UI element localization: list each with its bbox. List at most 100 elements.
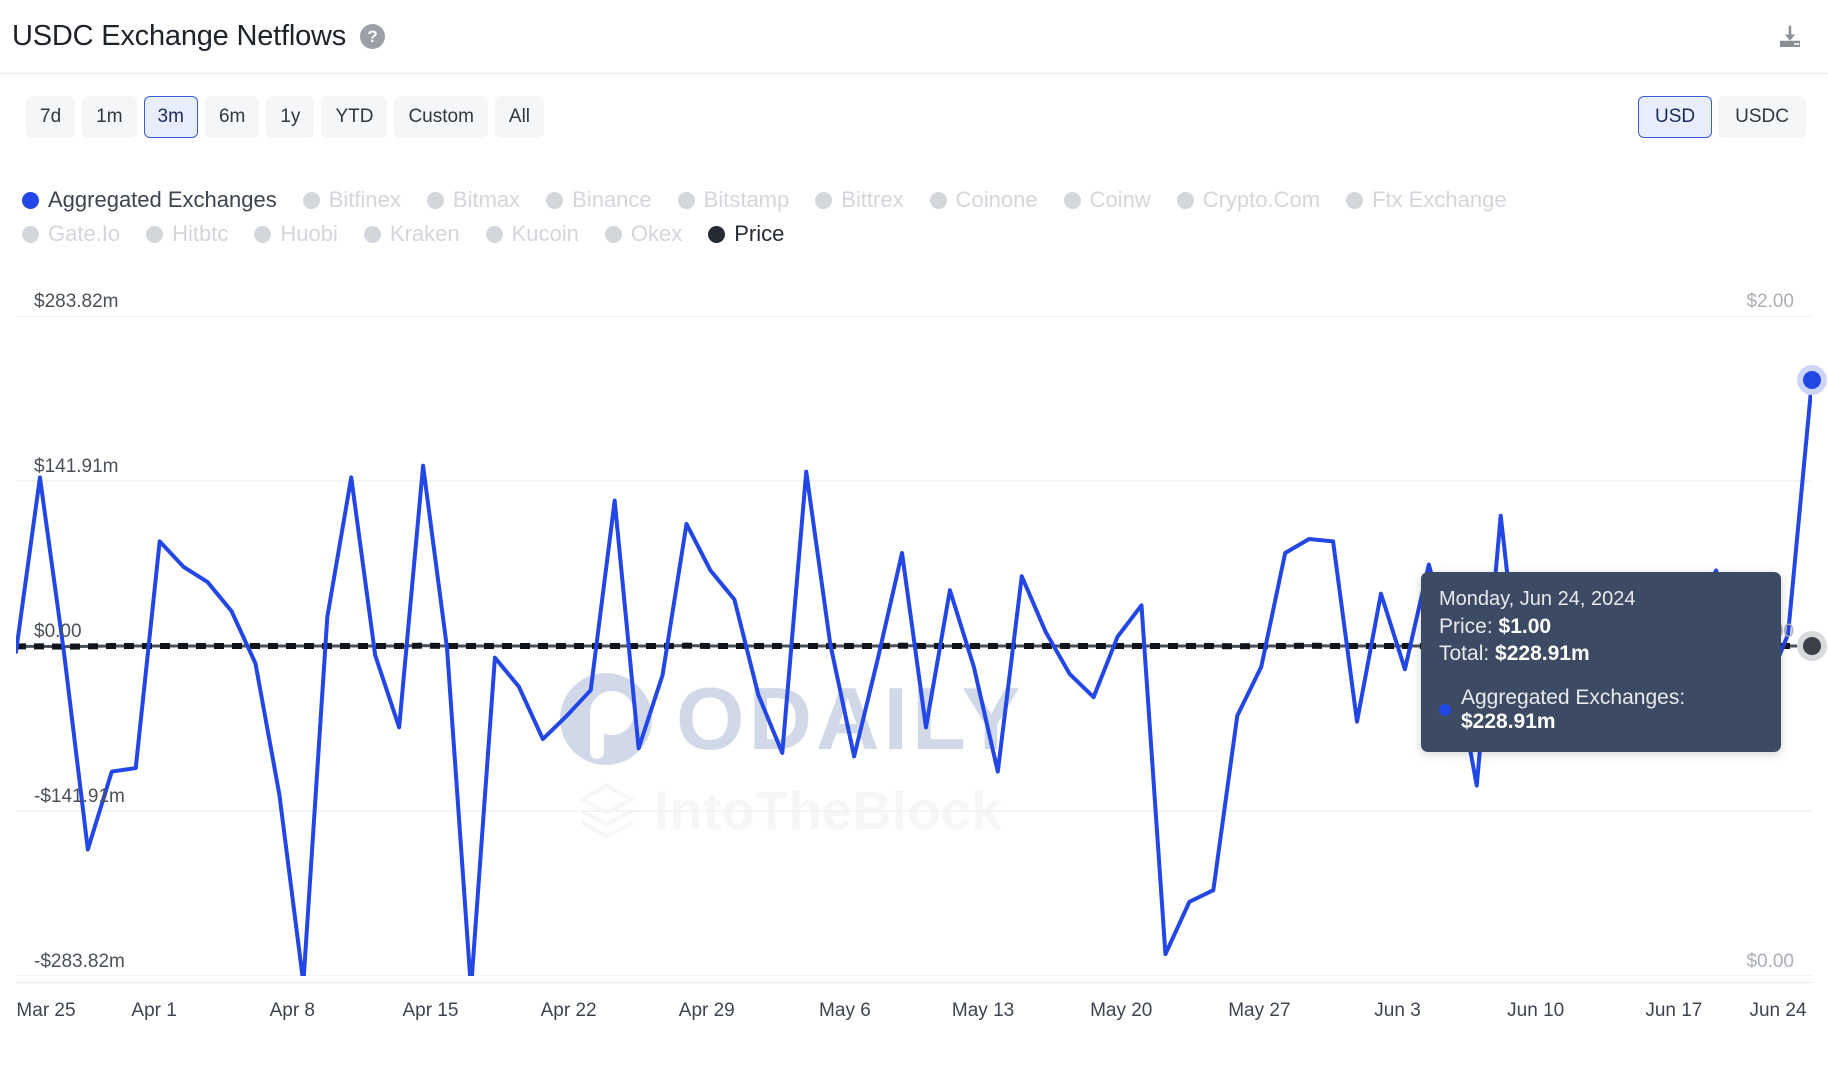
chart-header: USDC Exchange Netflows ? — [0, 0, 1828, 74]
legend-dot-icon — [22, 225, 39, 243]
legend-item-label: Bittrex — [841, 187, 904, 212]
legend-dot-icon — [1176, 191, 1194, 209]
y-axis-left-tick: -$283.82m — [34, 951, 125, 972]
chart-canvas: ODAILY IntoTheBlock $283.82m $141.91m $0.0… — [0, 256, 1828, 1036]
tooltip-price-value: $1.00 — [1498, 615, 1552, 638]
tooltip-series-label: Aggregated Exchanges: — [1461, 686, 1686, 709]
legend-dot-icon — [485, 225, 503, 243]
legend-item-label: Crypto.Com — [1202, 187, 1321, 212]
tooltip-total-row: Total: $228.91m — [1439, 642, 1763, 666]
x-axis-tick: Mar 25 — [16, 1000, 76, 1021]
legend-dot-icon — [363, 225, 381, 243]
legend-item-label: Hitbtc — [172, 221, 229, 246]
legend-item-huobi[interactable]: Huobi — [254, 217, 338, 251]
legend-item-kucoin[interactable]: Kucoin — [485, 217, 579, 251]
legend-dot-icon — [254, 225, 272, 243]
tooltip-total-label: Total: — [1439, 642, 1490, 665]
tooltip-price-row: Price: $1.00 — [1439, 615, 1763, 639]
legend-item-label: Coinone — [955, 187, 1038, 212]
range-button-1m[interactable]: 1m — [82, 96, 137, 138]
page-title: USDC Exchange Netflows — [12, 20, 347, 52]
legend-item-okex[interactable]: Okex — [604, 217, 683, 251]
x-axis-tick: Jun 24 — [1749, 1000, 1807, 1021]
legend-dot-icon — [604, 225, 622, 243]
x-axis-tick: Jun 10 — [1507, 1000, 1565, 1021]
x-axis-tick: Apr 15 — [402, 1000, 459, 1021]
currency-button-usdc[interactable]: USDC — [1718, 96, 1806, 138]
range-button-ytd[interactable]: YTD — [321, 96, 388, 138]
legend-dot-icon — [929, 191, 947, 209]
legend-item-aggregated-exchanges[interactable]: Aggregated Exchanges — [22, 183, 277, 217]
legend-item-label: Kucoin — [511, 221, 579, 246]
legend-item-crypto-com[interactable]: Crypto.Com — [1176, 183, 1321, 217]
legend-item-bitfinex[interactable]: Bitfinex — [302, 183, 401, 217]
legend-item-label: Binance — [572, 187, 652, 212]
x-axis-tick: Apr 8 — [269, 1000, 316, 1021]
legend-item-label: Bitstamp — [703, 187, 790, 212]
legend-dot-icon — [426, 191, 444, 209]
legend-item-coinone[interactable]: Coinone — [929, 183, 1038, 217]
tooltip-series-dot-icon — [1439, 704, 1451, 716]
legend-item-label: Okex — [630, 221, 683, 246]
y-axis-left-tick: $0.00 — [34, 621, 82, 642]
legend-item-label: Huobi — [280, 221, 338, 246]
legend-item-label: Gate.Io — [48, 221, 121, 246]
range-button-custom[interactable]: Custom — [394, 96, 488, 138]
legend-item-coinw[interactable]: Coinw — [1063, 183, 1151, 217]
x-axis-tick: Jun 3 — [1374, 1000, 1421, 1021]
range-button-3m[interactable]: 3m — [143, 96, 198, 138]
chart-legend: Aggregated Exchanges Bitfinex Bitmax Binanc… — [22, 183, 1782, 251]
aggregated-exchanges-end-marker[interactable] — [1797, 364, 1827, 395]
price-end-marker[interactable] — [1797, 631, 1827, 661]
tooltip-price-label: Price: — [1439, 615, 1493, 638]
legend-item-price[interactable]: Price — [708, 217, 784, 251]
x-axis-tick: Apr 29 — [678, 1000, 735, 1021]
tooltip-total-value: $228.91m — [1495, 642, 1590, 665]
chart-page: USDC Exchange Netflows ? 7d 1m 3m 6m 1y YTD Cu… — [0, 0, 1828, 1088]
x-axis-tick: Apr 22 — [540, 1000, 597, 1021]
tooltip-series-row: Aggregated Exchanges: $228.91m — [1439, 686, 1763, 734]
legend-item-hitbtc[interactable]: Hitbtc — [146, 217, 228, 251]
time-range-group: 7d 1m 3m 6m 1y YTD Custom All — [26, 96, 545, 138]
legend-item-label: Bitfinex — [328, 187, 401, 212]
question-mark-icon[interactable]: ? — [360, 24, 386, 49]
chart-controls: 7d 1m 3m 6m 1y YTD Custom All USD USDC — [0, 96, 1828, 152]
x-axis-tick: Apr 1 — [131, 1000, 177, 1021]
range-button-1y[interactable]: 1y — [266, 96, 315, 138]
x-axis-tick: May 13 — [951, 1000, 1015, 1021]
legend-item-gate-io[interactable]: Gate.Io — [22, 217, 120, 251]
currency-toggle-group: USD USDC — [1638, 96, 1806, 138]
x-axis-tick: Jun 17 — [1645, 1000, 1703, 1021]
legend-dot-icon — [708, 225, 726, 243]
download-icon[interactable] — [1770, 17, 1810, 57]
legend-item-kraken[interactable]: Kraken — [363, 217, 460, 251]
legend-dot-icon — [677, 191, 695, 209]
legend-item-label: Coinw — [1089, 187, 1151, 212]
currency-button-usd[interactable]: USD — [1638, 96, 1713, 138]
range-button-6m[interactable]: 6m — [204, 96, 260, 138]
legend-item-bitmax[interactable]: Bitmax — [426, 183, 521, 217]
x-axis-line — [16, 982, 1812, 983]
legend-dot-icon — [1063, 191, 1081, 209]
legend-item-label: Kraken — [389, 221, 460, 246]
legend-item-label: Bitmax — [452, 187, 521, 212]
legend-item-label: Price — [734, 221, 785, 246]
legend-dot-icon — [546, 191, 564, 209]
legend-dot-icon — [302, 191, 320, 209]
range-button-all[interactable]: All — [494, 96, 545, 138]
legend-row-2: Gate.Io Hitbtc Huobi Kraken Kucoin Okex Price — [22, 217, 1782, 251]
x-axis-tick: May 6 — [819, 1000, 871, 1021]
range-button-7d[interactable]: 7d — [26, 96, 76, 138]
legend-row-1: Aggregated Exchanges Bitfinex Bitmax Binanc… — [22, 183, 1782, 217]
legend-dot-icon — [815, 191, 833, 209]
legend-dot-icon — [146, 225, 164, 243]
tooltip-series-text: Aggregated Exchanges: $228.91m — [1461, 686, 1763, 734]
legend-item-bitstamp[interactable]: Bitstamp — [677, 183, 790, 217]
y-axis-left-tick: -$141.91m — [34, 786, 125, 807]
legend-item-ftx-exchange[interactable]: Ftx Exchange — [1346, 183, 1507, 217]
legend-item-bittrex[interactable]: Bittrex — [815, 183, 904, 217]
legend-dot-icon — [1346, 191, 1364, 209]
legend-item-binance[interactable]: Binance — [546, 183, 652, 217]
legend-item-label: Aggregated Exchanges — [48, 187, 277, 212]
y-axis-left-tick: $141.91m — [34, 456, 119, 477]
